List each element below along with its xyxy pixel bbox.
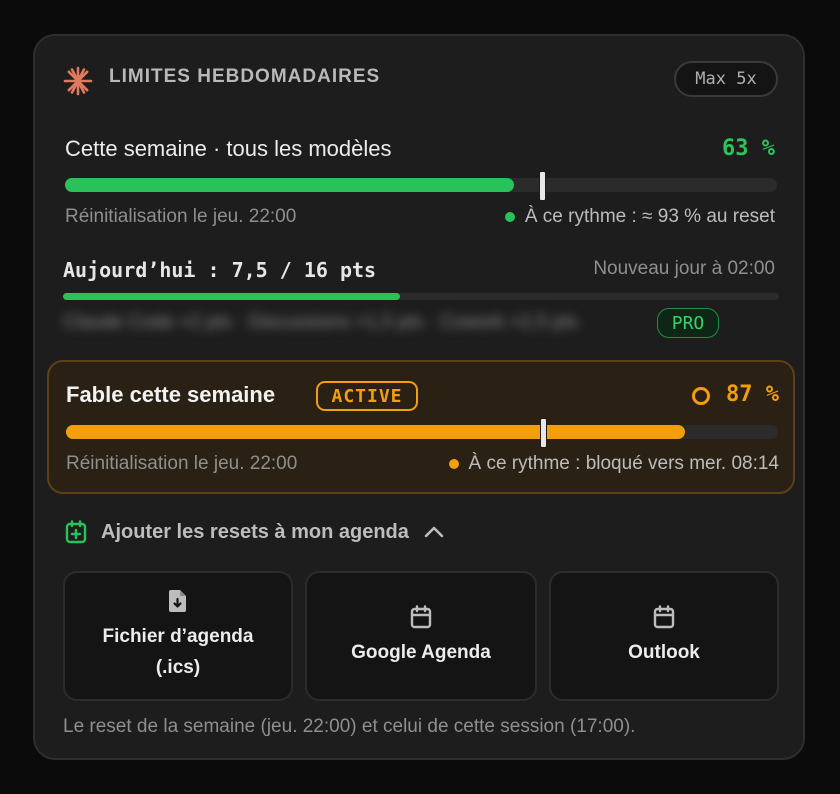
weekly-all-progress-track [65,178,777,192]
sunburst-logo-icon [63,66,93,96]
calendar-icon [410,604,432,628]
fable-percent: 87 % [726,382,779,407]
weekly-all-progress-fill [65,178,514,192]
fable-pace-marker [540,418,548,448]
fable-label: Fable cette semaine [66,382,276,407]
fable-pace: À ce rythme : bloqué vers mer. 08:14 [448,453,780,475]
today-label: Aujourd’hui : 7,5 / 16 pts [63,258,377,282]
section-title: LIMITES HEBDOMADAIRES [109,66,381,87]
pro-badge: PRO [657,308,719,338]
today-progress-track [63,293,779,300]
outlook-button[interactable]: Outlook [549,571,779,701]
fable-reset-text: Réinitialisation le jeu. 22:00 [66,453,298,474]
active-status-badge: ACTIVE [316,381,418,411]
blurred-points-breakdown: Claude Code ×2 pts · Discussions ×1,5 pt… [63,312,578,333]
file-download-icon [169,590,186,612]
today-progress-fill [63,293,400,300]
agenda-toggle[interactable]: Ajouter les resets à mon agenda [65,520,445,544]
calendar-icon [653,604,675,628]
google-agenda-button[interactable]: Google Agenda [305,571,537,701]
plan-badge: Max 5x [674,61,778,97]
fable-progress-fill [66,425,686,439]
fable-pace-text: À ce rythme : bloqué vers mer. 08:14 [468,453,780,474]
weekly-all-pace: À ce rythme : ≈ 93 % au reset [504,206,775,228]
chevron-up-icon [424,526,444,538]
weekly-all-pace-marker [539,171,547,201]
agenda-toggle-label: Ajouter les resets à mon agenda [101,520,409,543]
outlook-label: Outlook [628,641,700,663]
ring-status-icon [692,387,710,405]
ics-file-button[interactable]: Fichier d’agenda (.ics) [63,571,293,701]
fable-progress-track [66,425,778,439]
calendar-add-icon [65,520,87,544]
ics-button-label-line2: (.ics) [155,657,201,678]
fable-weekly-panel: Fable cette semaine ACTIVE 87 % Réinitia… [47,360,795,494]
today-new-day-text: Nouveau jour à 02:00 [593,258,775,279]
status-dot-icon [504,211,515,222]
weekly-all-percent: 63 % [722,136,775,161]
footer-note: Le reset de la semaine (jeu. 22:00) et c… [63,716,636,737]
ics-button-label-line1: Fichier d’agenda [102,626,254,647]
weekly-limits-card: LIMITES HEBDOMADAIRES Max 5x Cette semai… [33,34,805,760]
weekly-all-pace-text: À ce rythme : ≈ 93 % au reset [524,206,775,227]
google-agenda-label: Google Agenda [351,641,491,663]
weekly-all-label: Cette semaine · tous les modèles [65,136,392,161]
status-dot-icon [448,458,459,469]
weekly-all-reset-text: Réinitialisation le jeu. 22:00 [65,206,297,227]
